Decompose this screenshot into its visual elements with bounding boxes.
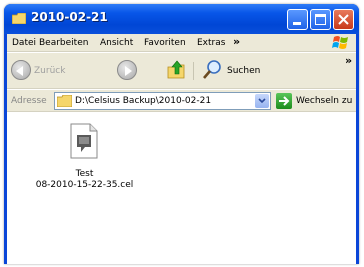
back-label[interactable]: Zurück bbox=[34, 66, 65, 76]
arrow-right-icon bbox=[279, 96, 290, 106]
address-label: Adresse bbox=[11, 96, 47, 106]
menu-bearbeiten[interactable]: Bearbeiten bbox=[39, 38, 88, 48]
folder-icon bbox=[57, 95, 72, 107]
menu-ansicht[interactable]: Ansicht bbox=[100, 38, 133, 48]
address-field[interactable]: D:\Celsius Backup\2010-02-21 bbox=[54, 92, 271, 110]
document-icon[interactable] bbox=[69, 123, 99, 159]
chevron-down-icon bbox=[258, 98, 266, 104]
file-view: Test 08-2010-15-22-35.cel bbox=[7, 113, 356, 264]
menu-extras[interactable]: Extras bbox=[197, 38, 225, 48]
close-icon bbox=[338, 14, 349, 25]
close-button[interactable] bbox=[333, 9, 354, 30]
menu-favoriten[interactable]: Favoriten bbox=[144, 38, 186, 48]
back-arrow-icon bbox=[16, 66, 23, 76]
address-dropdown-button[interactable] bbox=[255, 94, 269, 108]
maximize-button[interactable] bbox=[310, 9, 331, 30]
back-button[interactable] bbox=[11, 60, 31, 80]
folder-up-icon[interactable] bbox=[166, 59, 188, 81]
search-icon[interactable] bbox=[201, 59, 223, 81]
go-button[interactable] bbox=[276, 93, 292, 109]
menu-bar: Datei Bearbeiten Ansicht Favoriten Extra… bbox=[7, 34, 356, 52]
address-value: D:\Celsius Backup\2010-02-21 bbox=[75, 96, 212, 106]
file-name-line1: Test bbox=[75, 169, 94, 179]
menu-datei[interactable]: Datei bbox=[12, 38, 36, 48]
address-bar: Adresse D:\Celsius Backup\2010-02-21 Wec… bbox=[7, 90, 356, 112]
go-label[interactable]: Wechseln zu bbox=[296, 96, 352, 106]
maximize-icon bbox=[315, 14, 326, 25]
toolbar-overflow-button[interactable]: » bbox=[345, 54, 352, 67]
file-name[interactable]: Test 08-2010-15-22-35.cel bbox=[7, 169, 162, 191]
toolbar: Zurück Suchen » bbox=[7, 53, 356, 89]
minimize-button[interactable] bbox=[287, 9, 308, 30]
explorer-window: 2010-02-21 Datei Bearbeiten Ansicht Favo… bbox=[4, 4, 359, 264]
toolbar-separator bbox=[193, 62, 194, 80]
window-title: 2010-02-21 bbox=[31, 10, 108, 24]
windows-logo-icon bbox=[332, 36, 348, 49]
folder-icon bbox=[12, 13, 26, 24]
forward-button[interactable] bbox=[117, 60, 137, 80]
search-button[interactable]: Suchen bbox=[227, 66, 260, 76]
menu-overflow-button[interactable]: » bbox=[233, 35, 240, 48]
title-bar[interactable]: 2010-02-21 bbox=[4, 4, 359, 34]
window-client: Datei Bearbeiten Ansicht Favoriten Extra… bbox=[7, 34, 356, 264]
forward-arrow-icon bbox=[125, 66, 132, 76]
file-name-line2: 08-2010-15-22-35.cel bbox=[35, 180, 134, 190]
minimize-icon bbox=[293, 22, 301, 25]
